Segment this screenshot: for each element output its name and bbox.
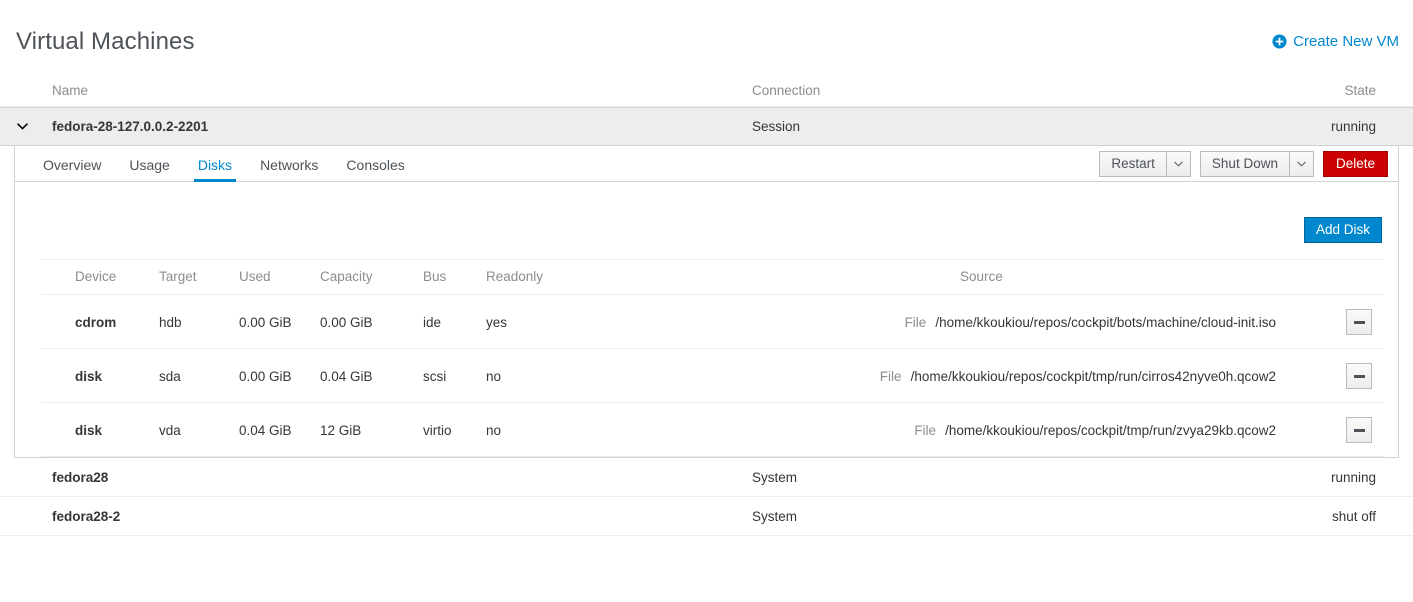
vm-state: shut off [1312,509,1397,524]
disk-source-kind: File [914,423,936,438]
disks-table-body: cdrom hdb 0.00 GiB 0.00 GiB ide yes File… [41,295,1384,457]
tab-disks[interactable]: Disks [184,158,246,181]
disk-source: File /home/kkoukiou/repos/cockpit/tmp/ru… [646,349,1326,403]
remove-disk-button[interactable] [1346,363,1372,389]
create-new-vm-button[interactable]: Create New VM [1272,34,1399,49]
vm-name: fedora-28-127.0.0.2-2201 [52,119,208,134]
vm-name-cell: fedora28 [16,470,752,485]
disk-source-kind: File [880,369,902,384]
column-header-name: Name [16,83,752,98]
add-disk-toolbar: Add Disk [15,182,1398,243]
disk-used: 0.00 GiB [239,349,320,403]
disk-readonly: no [486,349,646,403]
vm-row-expanded[interactable]: fedora-28-127.0.0.2-2201 Session running [0,107,1413,146]
disk-target: vda [159,403,239,457]
caret-down-icon [1174,161,1183,167]
disks-column-source: Source [646,260,1326,295]
shutdown-button-group: Shut Down [1200,151,1323,177]
disks-column-readonly: Readonly [486,260,646,295]
table-row: cdrom hdb 0.00 GiB 0.00 GiB ide yes File… [41,295,1384,349]
page-header: Virtual Machines Create New VM [0,0,1413,54]
minus-icon [1354,375,1365,378]
disk-device: disk [41,349,159,403]
vm-name-cell: fedora-28-127.0.0.2-2201 [16,119,752,134]
add-disk-button[interactable]: Add Disk [1304,217,1382,243]
virtual-machines-page: Virtual Machines Create New VM Name Conn… [0,0,1413,602]
create-new-vm-label: Create New VM [1293,34,1399,49]
disks-table-head: Device Target Used Capacity Bus Readonly… [41,260,1384,295]
disk-source-path: /home/kkoukiou/repos/cockpit/tmp/run/cir… [911,369,1276,384]
vm-list-header: Name Connection State [0,75,1413,107]
vm-name: fedora28-2 [52,509,120,524]
disk-source-kind: File [905,315,927,330]
disk-row-actions [1326,349,1384,403]
vm-action-buttons: Restart Shut Down [1099,151,1388,177]
vm-row[interactable]: fedora28-2 System shut off [0,497,1413,536]
vm-state: running [1312,470,1397,485]
page-title: Virtual Machines [16,30,195,54]
restart-dropdown-toggle[interactable] [1167,151,1191,177]
vm-detail-tabs: Overview Usage Disks Networks Consoles R… [15,146,1398,182]
remove-disk-button[interactable] [1346,417,1372,443]
remove-disk-button[interactable] [1346,309,1372,335]
disks-column-capacity: Capacity [320,260,423,295]
disk-capacity: 0.04 GiB [320,349,423,403]
disks-table: Device Target Used Capacity Bus Readonly… [41,259,1384,457]
shut-down-button[interactable]: Shut Down [1200,151,1290,177]
table-row: disk vda 0.04 GiB 12 GiB virtio no File … [41,403,1384,457]
disks-column-bus: Bus [423,260,486,295]
disk-device: cdrom [41,295,159,349]
chevron-down-icon[interactable] [16,120,52,133]
disk-source: File /home/kkoukiou/repos/cockpit/tmp/ru… [646,403,1326,457]
minus-icon [1354,429,1365,432]
vm-connection: System [752,509,1312,524]
vm-row[interactable]: fedora28 System running [0,458,1413,497]
disks-column-target: Target [159,260,239,295]
vm-list: Name Connection State fedora-28-127.0.0.… [0,75,1413,536]
disk-used: 0.00 GiB [239,295,320,349]
table-row: disk sda 0.00 GiB 0.04 GiB scsi no File … [41,349,1384,403]
disk-readonly: yes [486,295,646,349]
disk-bus: virtio [423,403,486,457]
disk-bus: ide [423,295,486,349]
disks-column-device: Device [41,260,159,295]
tab-consoles[interactable]: Consoles [332,158,418,181]
tab-usage[interactable]: Usage [115,158,183,181]
disk-capacity: 0.00 GiB [320,295,423,349]
tab-overview[interactable]: Overview [29,158,115,181]
disk-bus: scsi [423,349,486,403]
disk-source-path: /home/kkoukiou/repos/cockpit/tmp/run/zvy… [945,423,1276,438]
caret-down-icon [1297,161,1306,167]
shut-down-dropdown-toggle[interactable] [1290,151,1314,177]
vm-name: fedora28 [52,470,108,485]
restart-button-group: Restart [1099,151,1200,177]
vm-connection: Session [752,119,1312,134]
disks-tab-panel: Add Disk Device Target Used Capacity Bus… [15,182,1398,457]
disk-device: disk [41,403,159,457]
disk-capacity: 12 GiB [320,403,423,457]
vm-connection: System [752,470,1312,485]
disk-source: File /home/kkoukiou/repos/cockpit/bots/m… [646,295,1326,349]
disks-column-used: Used [239,260,320,295]
disk-row-actions [1326,403,1384,457]
column-header-connection: Connection [752,83,1312,98]
tab-networks[interactable]: Networks [246,158,332,181]
disk-target: sda [159,349,239,403]
disk-used: 0.04 GiB [239,403,320,457]
disks-column-actions [1326,260,1384,295]
restart-button[interactable]: Restart [1099,151,1167,177]
disk-source-path: /home/kkoukiou/repos/cockpit/bots/machin… [935,315,1276,330]
disks-header-row: Device Target Used Capacity Bus Readonly… [41,260,1384,295]
delete-button[interactable]: Delete [1323,151,1388,177]
disk-target: hdb [159,295,239,349]
vm-state: running [1312,119,1397,134]
minus-icon [1354,321,1365,324]
column-header-state: State [1312,83,1397,98]
vm-detail-panel: Overview Usage Disks Networks Consoles R… [14,146,1399,458]
plus-circle-icon [1272,34,1287,49]
disk-readonly: no [486,403,646,457]
vm-name-cell: fedora28-2 [16,509,752,524]
disk-row-actions [1326,295,1384,349]
